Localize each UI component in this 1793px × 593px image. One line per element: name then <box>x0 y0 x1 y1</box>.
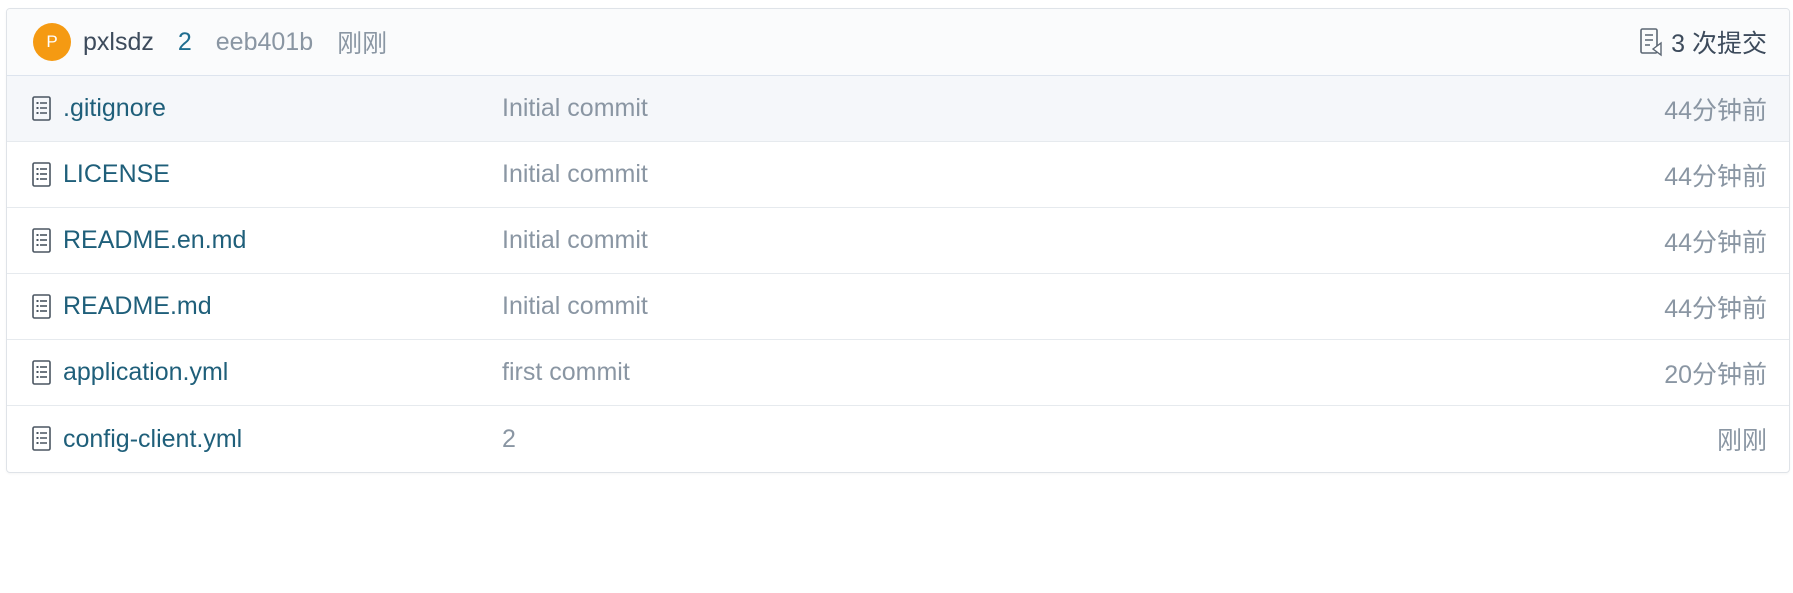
file-commit-time: 44分钟前 <box>1664 228 1767 257</box>
file-name-link[interactable]: README.md <box>63 292 212 321</box>
file-icon <box>31 161 55 189</box>
file-row[interactable]: .gitignore Initial commit 44分钟前 <box>7 76 1789 142</box>
file-commit-time: 20分钟前 <box>1664 360 1767 389</box>
file-icon <box>31 95 55 123</box>
file-name-link[interactable]: application.yml <box>63 358 228 387</box>
commit-list-icon <box>1639 27 1663 57</box>
commits-count: 3 次提交 <box>1671 30 1767 58</box>
repo-file-list: P pxlsdz 2 eeb401b 刚刚 3 次提交 .gitignore In… <box>6 8 1790 473</box>
file-commit-message[interactable]: Initial commit <box>502 94 648 123</box>
commit-sha[interactable]: eeb401b <box>216 28 313 57</box>
file-rows: .gitignore Initial commit 44分钟前 LICENSE Init… <box>7 76 1789 472</box>
file-row[interactable]: README.en.md Initial commit 44分钟前 <box>7 208 1789 274</box>
avatar[interactable]: P <box>33 23 71 61</box>
file-icon <box>31 425 55 453</box>
file-row[interactable]: application.yml first commit 20分钟前 <box>7 340 1789 406</box>
file-name-link[interactable]: .gitignore <box>63 94 166 123</box>
commit-message[interactable]: 2 <box>178 28 192 57</box>
commit-author[interactable]: pxlsdz <box>83 28 154 57</box>
file-row[interactable]: README.md Initial commit 44分钟前 <box>7 274 1789 340</box>
avatar-letter: P <box>46 32 58 51</box>
file-commit-message[interactable]: Initial commit <box>502 160 648 189</box>
file-name-link[interactable]: LICENSE <box>63 160 170 189</box>
file-commit-message[interactable]: Initial commit <box>502 226 648 255</box>
file-commit-message[interactable]: first commit <box>502 358 630 387</box>
file-commit-message[interactable]: 2 <box>502 425 516 454</box>
latest-commit-bar: P pxlsdz 2 eeb401b 刚刚 3 次提交 <box>7 9 1789 76</box>
file-icon <box>31 293 55 321</box>
file-commit-time: 44分钟前 <box>1664 294 1767 323</box>
file-icon <box>31 227 55 255</box>
commits-count-link[interactable]: 3 次提交 <box>1639 24 1767 60</box>
file-name-link[interactable]: README.en.md <box>63 226 246 255</box>
file-icon <box>31 359 55 387</box>
file-commit-time: 44分钟前 <box>1664 162 1767 191</box>
file-row[interactable]: config-client.yml 2 刚刚 <box>7 406 1789 472</box>
file-name-link[interactable]: config-client.yml <box>63 425 242 454</box>
file-commit-message[interactable]: Initial commit <box>502 292 648 321</box>
file-commit-time: 44分钟前 <box>1664 96 1767 125</box>
file-commit-time: 刚刚 <box>1716 427 1767 455</box>
commit-time: 刚刚 <box>337 30 388 58</box>
file-row[interactable]: LICENSE Initial commit 44分钟前 <box>7 142 1789 208</box>
